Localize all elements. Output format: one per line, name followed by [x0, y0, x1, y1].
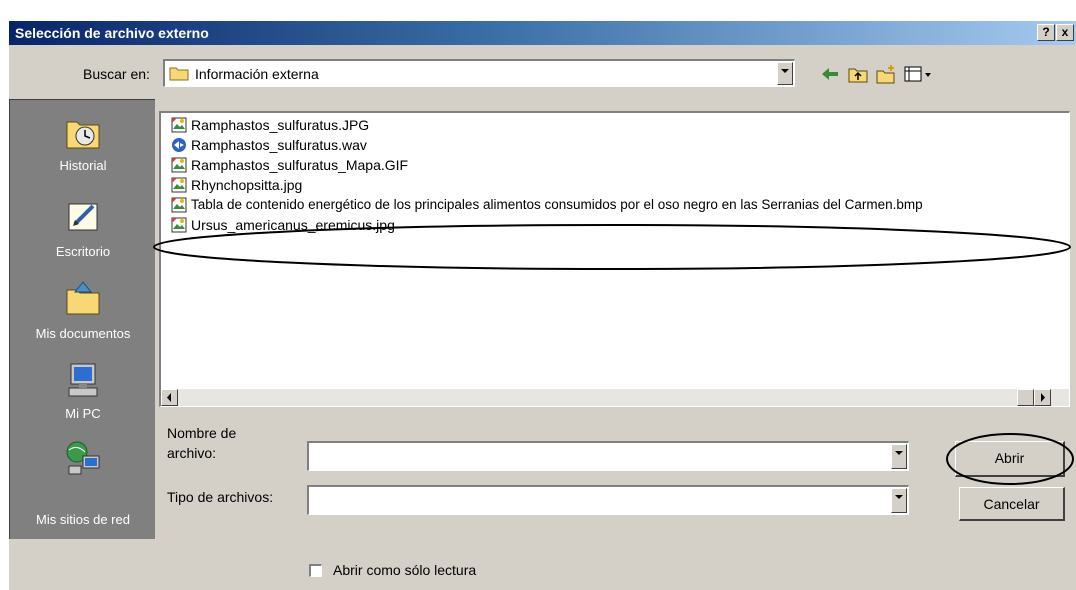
- image-file-icon: [171, 157, 187, 173]
- folder-icon: [169, 67, 189, 81]
- filename-label-line1: Nombre de: [167, 425, 237, 441]
- place-my-computer-label: Mi PC: [65, 406, 101, 421]
- my-computer-icon: [68, 363, 98, 397]
- place-history[interactable]: [10, 116, 156, 157]
- back-arrow-icon[interactable]: [819, 63, 841, 85]
- scroll-thumb[interactable]: [1017, 389, 1034, 406]
- horizontal-scrollbar[interactable]: [161, 389, 1069, 406]
- readonly-label: Abrir como sólo lectura: [333, 562, 477, 578]
- title-bar[interactable]: Selección de archivo externo ? x: [9, 21, 1076, 45]
- lookin-combobox[interactable]: Información externa: [163, 59, 795, 87]
- filetype-label: Tipo de archivos:: [167, 489, 274, 505]
- list-item[interactable]: Ramphastos_sulfuratus.JPG: [171, 115, 451, 135]
- lookin-label: Buscar en:: [83, 66, 150, 82]
- chevron-down-icon[interactable]: [891, 488, 907, 513]
- file-dialog: Selección de archivo externo ? x Buscar …: [8, 20, 1076, 590]
- filename-label-line2: archivo:: [167, 445, 217, 461]
- close-button[interactable]: x: [1056, 24, 1074, 41]
- image-file-icon: [171, 197, 187, 213]
- file-name: Tabla de contenido energético de los pri…: [191, 197, 923, 212]
- network-places-icon: [66, 441, 100, 475]
- place-desktop[interactable]: [10, 198, 156, 241]
- view-menu-icon[interactable]: [903, 63, 935, 85]
- new-folder-icon[interactable]: [875, 63, 897, 85]
- place-my-computer[interactable]: [10, 360, 156, 405]
- file-name: Rhynchopsitta.jpg: [191, 177, 303, 193]
- my-documents-icon: [66, 281, 100, 315]
- place-my-documents[interactable]: [10, 278, 156, 323]
- file-name: Ramphastos_sulfuratus.wav: [191, 137, 367, 153]
- place-network-label: Mis sitios de red: [36, 512, 130, 527]
- list-item[interactable]: Rhynchopsitta.jpg: [171, 175, 371, 195]
- lookin-value: Información externa: [195, 66, 319, 82]
- places-bar: Historial Escritorio Mis documentos Mi P…: [9, 99, 155, 539]
- chevron-down-icon[interactable]: [891, 444, 907, 469]
- highlight-ellipse: [153, 224, 1071, 270]
- place-history-label: Historial: [59, 158, 107, 173]
- file-name: Ramphastos_sulfuratus.JPG: [191, 117, 370, 133]
- place-desktop-label: Escritorio: [55, 244, 111, 259]
- scroll-left-button[interactable]: [161, 389, 178, 406]
- arrow-left-icon: [167, 393, 171, 402]
- audio-file-icon: [172, 138, 186, 152]
- cancel-button[interactable]: Cancelar: [959, 487, 1065, 521]
- chevron-down-icon[interactable]: [777, 62, 793, 85]
- history-icon: [66, 121, 100, 149]
- list-item[interactable]: Ramphastos_sulfuratus_Mapa.GIF: [171, 155, 471, 175]
- up-folder-icon[interactable]: [847, 63, 869, 85]
- list-item-highlighted[interactable]: Tabla de contenido energético de los pri…: [171, 195, 1061, 215]
- help-button[interactable]: ?: [1037, 24, 1055, 41]
- list-item[interactable]: Ramphastos_sulfuratus.wav: [171, 135, 451, 155]
- desktop-icon: [68, 203, 98, 231]
- place-network[interactable]: [10, 438, 156, 483]
- open-highlight-ellipse: [946, 433, 1074, 485]
- readonly-checkbox[interactable]: [309, 564, 322, 577]
- filename-combobox[interactable]: [307, 441, 909, 471]
- arrow-right-icon: [1041, 393, 1045, 402]
- place-my-documents-label: Mis documentos: [35, 326, 131, 341]
- image-file-icon: [171, 177, 187, 193]
- file-name: Ramphastos_sulfuratus_Mapa.GIF: [191, 157, 409, 173]
- scroll-right-button[interactable]: [1034, 389, 1051, 406]
- image-file-icon: [171, 117, 187, 133]
- filetype-combobox[interactable]: [307, 485, 909, 515]
- window-title: Selección de archivo externo: [15, 25, 209, 41]
